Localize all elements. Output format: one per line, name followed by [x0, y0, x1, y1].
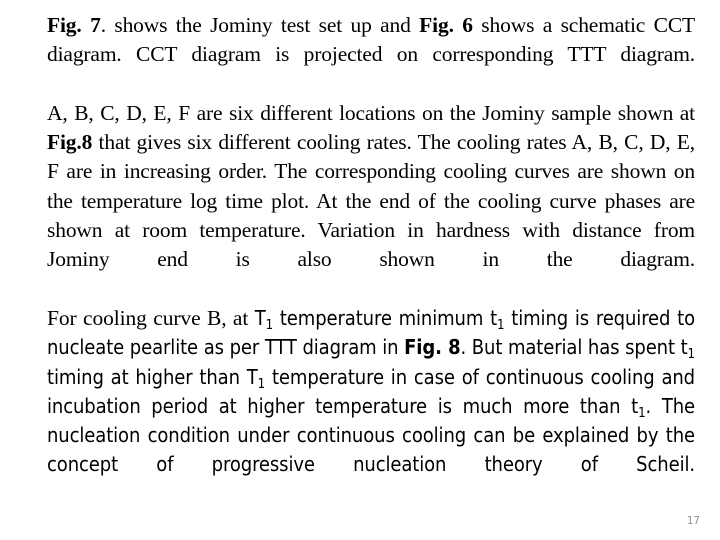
time-symbol-t1-b: t — [680, 335, 688, 360]
paragraph-1-text-a: . shows the Jominy test set up and — [100, 13, 420, 37]
paragraph-3-text-a: temperature minimum — [273, 305, 491, 330]
paragraph-2: A, B, C, D, E, F are six different locat… — [47, 99, 695, 304]
paragraph-3-lead-text: For cooling curve B, at — [47, 305, 255, 330]
paragraph-3-text-d: timing at higher than — [47, 364, 247, 389]
paragraph-2-text-a: A, B, C, D, E, F are six different locat… — [47, 100, 695, 125]
paragraph-3: For cooling curve B, at T1 temperature m… — [47, 304, 695, 509]
subscript-1-c: 1 — [687, 347, 696, 363]
fig-8-reference-serif: Fig.8 — [47, 130, 93, 155]
subscript-1-e: 1 — [638, 405, 646, 421]
slide-body-text: Fig. 7. shows the Jominy test set up and… — [47, 11, 695, 509]
fig-8-reference-sans: Fig. 8 — [404, 335, 461, 360]
fig-6-reference: Fig. 6 — [419, 13, 473, 37]
time-symbol-t1-a: t — [490, 305, 498, 330]
subscript-1-d: 1 — [257, 376, 266, 392]
temperature-symbol-t1-a: T — [254, 305, 266, 330]
page-number: 17 — [687, 514, 700, 527]
fig-7-reference: Fig. 7 — [47, 13, 101, 37]
paragraph-1: Fig. 7. shows the Jominy test set up and… — [47, 11, 695, 99]
temperature-symbol-t1-b: T — [246, 364, 258, 389]
subscript-1-a: 1 — [265, 317, 274, 333]
subscript-1-b: 1 — [497, 317, 505, 333]
paragraph-3-text-c: . But material has spent — [460, 335, 681, 360]
paragraph-2-text-b: that gives six different cooling rates. … — [47, 130, 695, 272]
slide-canvas: Fig. 7. shows the Jominy test set up and… — [0, 0, 720, 540]
